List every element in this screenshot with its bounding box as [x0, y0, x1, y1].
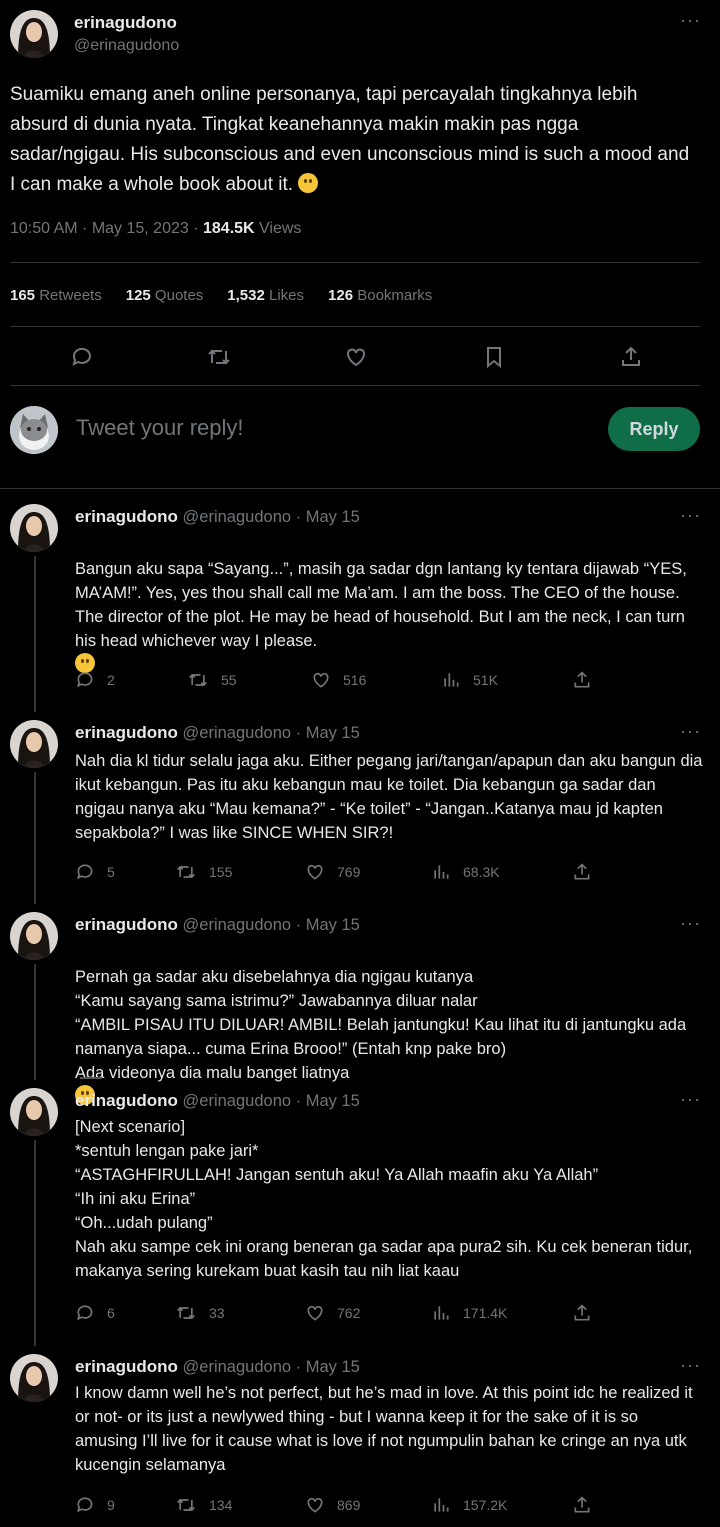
thread-line: [34, 964, 36, 1080]
share-icon[interactable]: [572, 670, 604, 690]
retweet-count-button[interactable]: 55: [187, 670, 237, 690]
like-count-button[interactable]: 869: [305, 1495, 360, 1515]
retweet-count-button[interactable]: 134: [175, 1495, 232, 1515]
reply-text: I know damn well he’s not perfect, but h…: [75, 1384, 693, 1474]
tweet-time: 10:50 AM · May 15, 2023 ·: [10, 220, 203, 237]
reply-meta[interactable]: @erinagudono · May 15: [183, 508, 360, 526]
reply-avatar[interactable]: [10, 1088, 58, 1136]
divider: [10, 262, 700, 263]
more-options-icon[interactable]: ···: [680, 913, 701, 934]
reply-actions: 6 33 762 171.4K: [75, 1303, 605, 1325]
thread-line: [34, 556, 36, 712]
like-count-button[interactable]: 516: [311, 670, 366, 690]
reply-header: erinagudono @erinagudono · May 15: [75, 1357, 360, 1377]
thread-line: [34, 1140, 36, 1346]
reply-actions: 5 155 769 68.3K: [75, 862, 605, 884]
reply-display-name[interactable]: erinagudono: [75, 507, 178, 526]
like-count-button[interactable]: 762: [305, 1303, 360, 1323]
share-icon[interactable]: [572, 862, 604, 882]
share-icon[interactable]: [572, 1495, 604, 1515]
divider: [10, 326, 700, 327]
share-icon[interactable]: [619, 345, 643, 374]
views-count-button[interactable]: 68.3K: [431, 862, 500, 882]
reply-display-name[interactable]: erinagudono: [75, 1357, 178, 1376]
more-options-icon[interactable]: ···: [680, 10, 701, 31]
reply-display-name[interactable]: erinagudono: [75, 915, 178, 934]
views-count: 184.5K: [203, 220, 255, 237]
reply-actions: 9 134 869 157.2K: [75, 1495, 605, 1517]
stat-quotes[interactable]: 125 Quotes: [126, 287, 204, 304]
reply-text: Nah dia kl tidur selalu jaga aku. Either…: [75, 752, 703, 842]
reply-input[interactable]: Tweet your reply!: [76, 415, 244, 441]
reply-body: Bangun aku sapa “Sayang...”, masih ga sa…: [75, 560, 687, 650]
author-display-name[interactable]: erinagudono: [74, 13, 177, 33]
reply-icon[interactable]: [70, 345, 94, 374]
stat-likes[interactable]: 1,532 Likes: [227, 287, 304, 304]
reply-avatar[interactable]: [10, 504, 58, 552]
more-options-icon[interactable]: ···: [680, 505, 701, 526]
reply-header: erinagudono @erinagudono · May 15: [75, 723, 360, 743]
reply-display-name[interactable]: erinagudono: [75, 723, 178, 742]
like-icon[interactable]: [344, 345, 368, 374]
more-options-icon[interactable]: ···: [680, 721, 701, 742]
stat-retweets[interactable]: 165 Retweets: [10, 287, 102, 304]
author-avatar[interactable]: [10, 10, 58, 58]
share-icon[interactable]: [572, 1303, 604, 1323]
divider: [0, 488, 720, 489]
views-count-button[interactable]: 157.2K: [431, 1495, 507, 1515]
reply-body: Pernah ga sadar aku disebelahnya dia ngi…: [75, 968, 687, 1082]
reply-display-name[interactable]: erinagudono: [75, 1091, 178, 1110]
reply-button[interactable]: Reply: [608, 407, 700, 451]
reply-actions: 2 55 516 51K: [75, 670, 605, 692]
reply-count-button[interactable]: 2: [75, 670, 115, 690]
retweet-count-button[interactable]: 33: [175, 1303, 225, 1323]
thread-line: [34, 772, 36, 904]
user-avatar[interactable]: [10, 406, 58, 454]
stat-bookmarks[interactable]: 126 Bookmarks: [328, 287, 432, 304]
smiling-face-emoji-icon: [298, 173, 319, 193]
reply-count-button[interactable]: 6: [75, 1303, 115, 1323]
views-count-button[interactable]: 171.4K: [431, 1303, 507, 1323]
reply-meta[interactable]: @erinagudono · May 15: [183, 916, 360, 934]
reply-avatar[interactable]: [10, 1354, 58, 1402]
tweet-text: Suamiku emang aneh online personanya, ta…: [10, 80, 690, 200]
reply-text: [Next scenario] *sentuh lengan pake jari…: [75, 1118, 693, 1280]
author-handle[interactable]: @erinagudono: [74, 37, 179, 55]
retweet-count-button[interactable]: 155: [175, 862, 232, 882]
tweet-timestamp[interactable]: 10:50 AM · May 15, 2023 · 184.5K Views: [10, 220, 301, 238]
retweet-icon[interactable]: [206, 345, 232, 374]
reply-avatar[interactable]: [10, 720, 58, 768]
views-label: Views: [254, 220, 302, 237]
reply-meta[interactable]: @erinagudono · May 15: [183, 1358, 360, 1376]
reply-avatar[interactable]: [10, 912, 58, 960]
tweet-body: Suamiku emang aneh online personanya, ta…: [10, 84, 690, 195]
views-count-button[interactable]: 51K: [441, 670, 498, 690]
reply-count-button[interactable]: 9: [75, 1495, 115, 1515]
bookmark-icon[interactable]: [482, 345, 506, 374]
stats-row: 165 Retweets 125 Quotes 1,532 Likes 126 …: [10, 287, 432, 304]
reply-count-button[interactable]: 5: [75, 862, 115, 882]
like-count-button[interactable]: 769: [305, 862, 360, 882]
reply-text: Pernah ga sadar aku disebelahnya dia ngi…: [75, 941, 705, 1109]
reply-header: erinagudono @erinagudono · May 15: [75, 915, 360, 935]
reply-header: erinagudono @erinagudono · May 15: [75, 507, 360, 527]
reply-header: erinagudono @erinagudono · May 15: [75, 1091, 360, 1111]
more-options-icon[interactable]: ···: [680, 1355, 701, 1376]
reply-meta[interactable]: @erinagudono · May 15: [183, 1092, 360, 1110]
cropped-line: [80, 1077, 102, 1079]
reply-meta[interactable]: @erinagudono · May 15: [183, 724, 360, 742]
divider: [10, 385, 700, 386]
more-options-icon[interactable]: ···: [680, 1089, 701, 1110]
reply-text: Bangun aku sapa “Sayang...”, masih ga sa…: [75, 533, 705, 677]
